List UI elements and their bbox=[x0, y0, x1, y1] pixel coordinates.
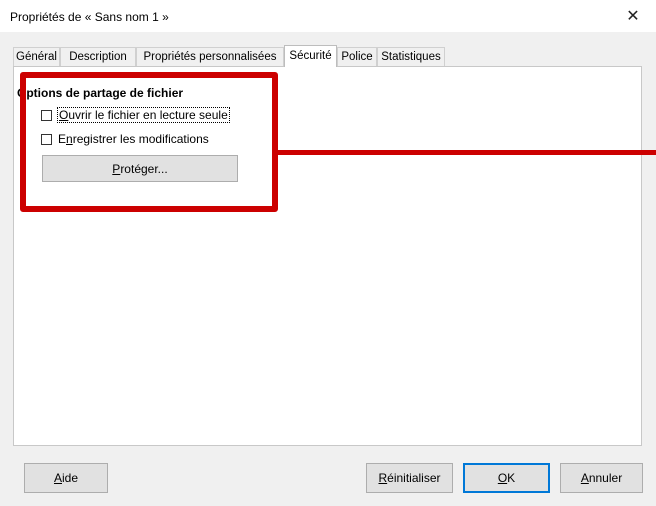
cancel-button-label: Annuler bbox=[580, 471, 623, 485]
window-title: Propriétés de « Sans nom 1 » bbox=[10, 10, 169, 24]
tab-statistics[interactable]: Statistiques bbox=[377, 47, 445, 66]
tab-description[interactable]: Description bbox=[60, 47, 136, 66]
title-bar: Propriétés de « Sans nom 1 » ✕ bbox=[0, 0, 656, 32]
reset-button-label: Réinitialiser bbox=[378, 471, 441, 485]
tab-font[interactable]: Police bbox=[337, 47, 377, 66]
read-only-option[interactable]: Ouvrir le fichier en lecture seule bbox=[41, 107, 230, 123]
highlight-pointer-line bbox=[278, 150, 656, 155]
tab-label: Général bbox=[16, 51, 57, 63]
help-button-label: Aide bbox=[53, 471, 79, 485]
tab-panel bbox=[13, 66, 642, 446]
read-only-label: Ouvrir le fichier en lecture seule bbox=[57, 107, 230, 123]
tab-label: Propriétés personnalisées bbox=[143, 51, 277, 63]
record-changes-checkbox[interactable] bbox=[41, 133, 52, 145]
protect-button[interactable]: Protéger... bbox=[42, 155, 238, 182]
read-only-checkbox[interactable] bbox=[41, 109, 52, 121]
help-button[interactable]: Aide bbox=[24, 463, 108, 493]
record-changes-label: Enregistrer les modifications bbox=[58, 132, 209, 146]
tab-label: Sécurité bbox=[289, 50, 332, 62]
tab-security[interactable]: Sécurité bbox=[284, 45, 337, 67]
tab-custom-properties[interactable]: Propriétés personnalisées bbox=[136, 47, 284, 66]
close-icon: ✕ bbox=[626, 8, 640, 25]
tab-label: Police bbox=[341, 51, 373, 63]
tab-label: Description bbox=[69, 51, 127, 63]
tab-general[interactable]: Général bbox=[13, 47, 60, 66]
record-changes-option[interactable]: Enregistrer les modifications bbox=[41, 131, 209, 147]
reset-button[interactable]: Réinitialiser bbox=[366, 463, 453, 493]
cancel-button[interactable]: Annuler bbox=[560, 463, 643, 493]
close-button[interactable]: ✕ bbox=[610, 0, 656, 32]
protect-button-label: Protéger... bbox=[112, 161, 168, 176]
tab-label: Statistiques bbox=[381, 51, 441, 63]
ok-button-label: OK bbox=[497, 471, 516, 485]
section-title: Options de partage de fichier bbox=[17, 86, 184, 100]
ok-button[interactable]: OK bbox=[463, 463, 550, 493]
